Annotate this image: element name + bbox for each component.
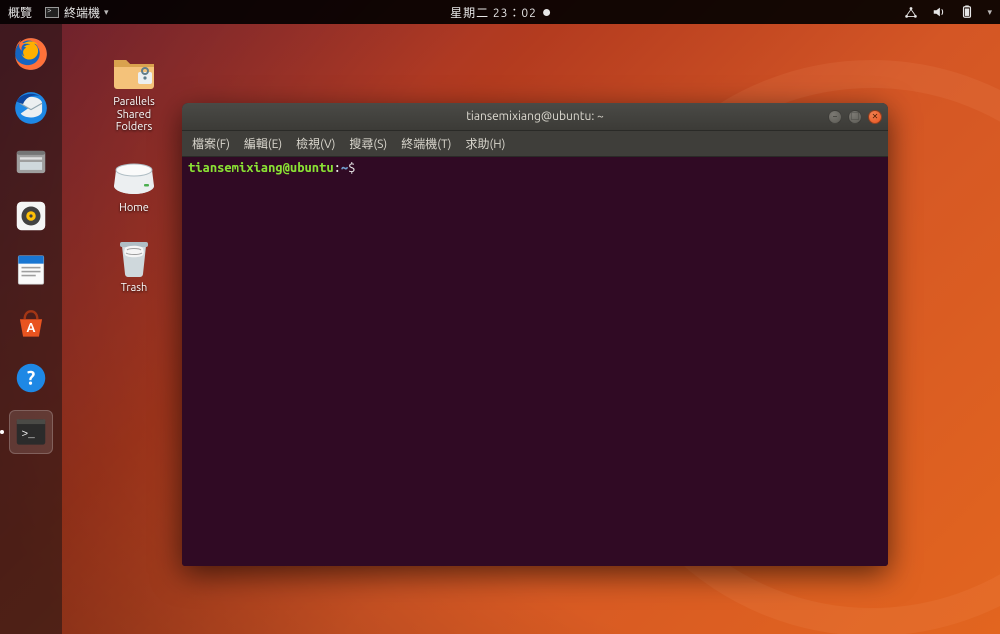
app-menu[interactable]: 終端機 ▾ <box>44 4 109 21</box>
dock-thunderbird[interactable] <box>9 86 53 130</box>
trash-icon <box>110 234 158 278</box>
menu-help[interactable]: 求助(H) <box>465 135 505 152</box>
terminal-body[interactable]: tiansemixiang@ubuntu:~$ <box>182 157 888 566</box>
terminal-icon: >_ <box>12 413 50 451</box>
prompt-symbol: $ <box>348 161 355 175</box>
maximize-button[interactable]: ▢ <box>848 110 862 124</box>
dock-firefox[interactable] <box>9 32 53 76</box>
dock-help[interactable]: ? <box>9 356 53 400</box>
folder-lock-icon <box>110 48 158 92</box>
prompt-colon: : <box>334 161 341 175</box>
window-controls: – ▢ ✕ <box>828 110 882 124</box>
menu-view[interactable]: 檢視(V) <box>296 135 335 152</box>
dock-software[interactable]: A <box>9 302 53 346</box>
desktop-icon-home[interactable]: Home <box>90 154 178 214</box>
svg-text:A: A <box>27 321 36 335</box>
software-icon: A <box>12 305 50 343</box>
svg-text:?: ? <box>27 366 35 388</box>
menu-edit[interactable]: 編輯(E) <box>244 135 282 152</box>
volume-icon[interactable] <box>931 4 947 20</box>
desktop-background: 概覽 終端機 ▾ 星期二 23：02 ▾ <box>0 0 1000 634</box>
network-icon[interactable] <box>903 4 919 20</box>
dock: A ? >_ <box>0 24 62 634</box>
chevron-down-icon: ▾ <box>987 7 992 18</box>
menu-terminal[interactable]: 終端機(T) <box>401 135 451 152</box>
top-panel: 概覽 終端機 ▾ 星期二 23：02 ▾ <box>0 0 1000 24</box>
desktop-icon-label: Parallels Shared Folders <box>113 96 154 134</box>
help-icon: ? <box>12 359 50 397</box>
clock[interactable]: 星期二 23：02 <box>450 4 550 21</box>
files-icon <box>12 143 50 181</box>
dock-rhythmbox[interactable] <box>9 194 53 238</box>
notification-dot-icon <box>543 9 550 16</box>
menu-search[interactable]: 搜尋(S) <box>349 135 387 152</box>
dock-terminal[interactable]: >_ <box>9 410 53 454</box>
close-button[interactable]: ✕ <box>868 110 882 124</box>
system-tray[interactable]: ▾ <box>903 4 992 20</box>
desktop-icon-parallels-shared[interactable]: Parallels Shared Folders <box>90 48 178 134</box>
firefox-icon <box>12 35 50 73</box>
chevron-down-icon: ▾ <box>104 7 109 18</box>
dock-writer[interactable] <box>9 248 53 292</box>
writer-icon <box>12 251 50 289</box>
desktop-icons-area: Parallels Shared Folders Home <box>90 48 178 294</box>
dock-files[interactable] <box>9 140 53 184</box>
terminal-small-icon <box>44 4 60 20</box>
minimize-button[interactable]: – <box>828 110 842 124</box>
desktop-icon-trash[interactable]: Trash <box>90 234 178 294</box>
clock-label: 星期二 23：02 <box>450 4 537 21</box>
terminal-menubar: 檔案(F) 編輯(E) 檢視(V) 搜尋(S) 終端機(T) 求助(H) <box>182 131 888 157</box>
window-title: tiansemixiang@ubuntu: ~ <box>466 110 604 123</box>
rhythmbox-icon <box>12 197 50 235</box>
desktop-icon-label: Trash <box>121 282 148 294</box>
desktop-icon-label: Home <box>119 202 149 214</box>
menu-file[interactable]: 檔案(F) <box>192 135 230 152</box>
battery-icon[interactable] <box>959 4 975 20</box>
svg-text:>_: >_ <box>22 429 36 441</box>
window-titlebar[interactable]: tiansemixiang@ubuntu: ~ – ▢ ✕ <box>182 103 888 131</box>
activities-button[interactable]: 概覽 <box>8 4 32 21</box>
drive-icon <box>110 154 158 198</box>
terminal-window: tiansemixiang@ubuntu: ~ – ▢ ✕ 檔案(F) 編輯(E… <box>182 103 888 566</box>
thunderbird-icon <box>12 89 50 127</box>
prompt-userhost: tiansemixiang@ubuntu <box>188 161 334 175</box>
app-menu-label: 終端機 <box>64 4 100 21</box>
